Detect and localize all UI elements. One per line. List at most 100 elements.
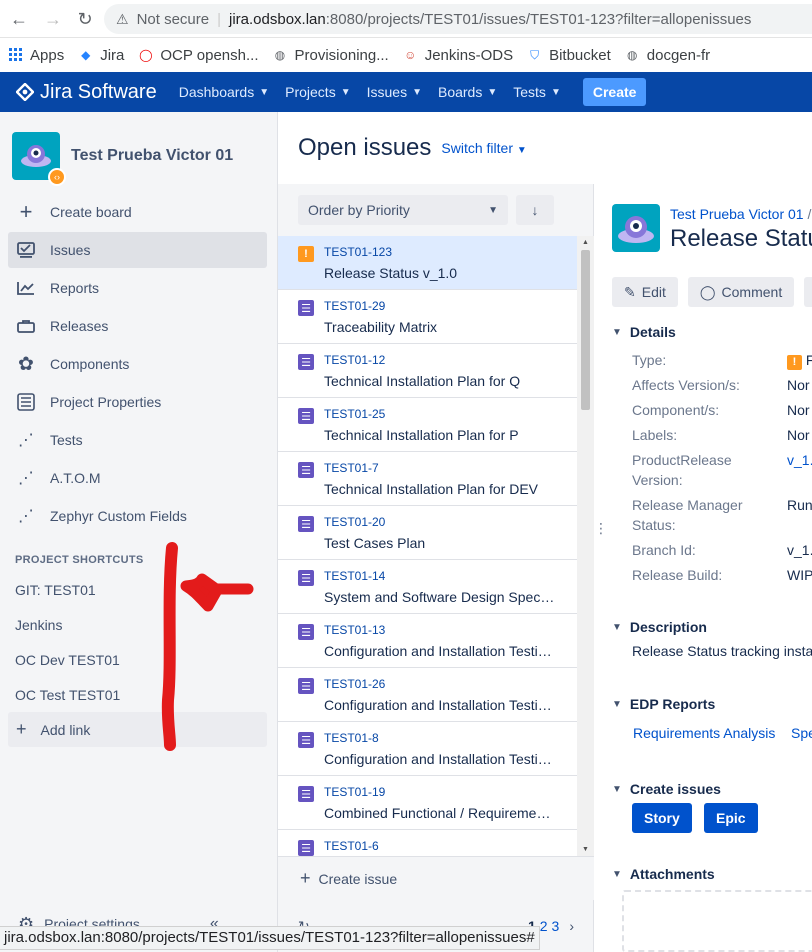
project-header: ‹› Test Prueba Victor 01 [0,112,277,186]
page-2[interactable]: 2 [540,918,548,934]
shortcut-oc-dev[interactable]: OC Dev TEST01 [0,642,277,677]
plus-icon: + [300,868,311,888]
sidebar-item-issues[interactable]: Issues [8,232,267,268]
bookmark-docgen[interactable]: ◍ docgen-fr [625,47,710,64]
nav-issues[interactable]: Issues ▼ [359,84,430,100]
issue-row[interactable]: ☰ TEST01-13 Configuration and Installation… [278,614,577,668]
comment-button[interactable]: ◯ Comment [687,277,795,307]
add-link-button[interactable]: + Add link [8,712,267,747]
jira-logo[interactable]: Jira Software [0,81,157,104]
issue-key[interactable]: TEST01-7 [324,461,379,475]
forward-icon[interactable]: → [38,4,68,34]
issue-row[interactable]: ☰ TEST01-12 Technical Installation Plan fo… [278,344,577,398]
sidebar-item-reports[interactable]: Reports [8,270,267,306]
issue-list-scrollbar[interactable]: ▲ ▼ [577,236,594,856]
issue-key[interactable]: TEST01-20 [324,515,385,529]
shortcut-jenkins[interactable]: Jenkins [0,607,277,642]
create-button[interactable]: Create [582,78,647,106]
edp-section-toggle[interactable]: ▼ EDP Reports [612,696,715,712]
address-bar[interactable]: ⚠ Not secure | jira.odsbox.lan :8080/pro… [104,4,812,34]
issue-row[interactable]: ☰ TEST01-6 [278,830,577,856]
switch-filter-button[interactable]: Switch filter ▼ [441,140,526,156]
project-name[interactable]: Test Prueba Victor 01 [71,147,233,165]
edit-button[interactable]: ✎ Edit [612,277,678,307]
edp-link-requirements[interactable]: Requirements Analysis [633,725,775,741]
bookmark-ocp[interactable]: ◯ OCP opensh... [138,47,258,64]
chevron-down-icon: ▼ [412,86,422,98]
sidebar-item-tests[interactable]: ⋰ Tests [8,422,267,458]
breadcrumb-project[interactable]: Test Prueba Victor 01 [670,206,804,222]
sidebar-item-components[interactable]: ✿ Components [8,346,267,382]
sidebar-item-project-properties[interactable]: Project Properties [8,384,267,420]
document-issue-icon: ☰ [298,462,314,478]
shortcut-git[interactable]: GIT: TEST01 [0,572,277,607]
issue-row[interactable]: ☰ TEST01-26 Configuration and Installation… [278,668,577,722]
attachment-dropzone[interactable] [622,890,812,952]
nav-projects[interactable]: Projects ▼ [277,84,358,100]
details-section-toggle[interactable]: ▼ Details [612,324,676,340]
properties-icon [16,392,36,412]
sidebar-item-releases[interactable]: Releases [8,308,267,344]
document-issue-icon: ☰ [298,570,314,586]
issue-key[interactable]: TEST01-123 [324,245,392,259]
issue-summary: Technical Installation Plan for P [324,427,519,443]
issue-key[interactable]: TEST01-29 [324,299,385,313]
sidebar-item-zephyr[interactable]: ⋰ Zephyr Custom Fields [8,498,267,534]
description-section-toggle[interactable]: ▼ Description [612,619,707,635]
story-button[interactable]: Story [632,803,692,833]
sidebar-item-label: Create board [50,204,132,220]
nav-tests[interactable]: Tests ▼ [505,84,569,100]
issues-icon [16,240,36,260]
bookmark-label: Jenkins-ODS [424,46,514,64]
sidebar-item-atom[interactable]: ⋰ A.T.O.M [8,460,267,496]
back-icon[interactable]: ← [4,4,34,34]
create-issues-section-toggle[interactable]: ▼ Create issues [612,781,721,797]
issue-key[interactable]: TEST01-14 [324,569,385,583]
issue-key[interactable]: TEST01-12 [324,353,385,367]
issue-row[interactable]: ☰ TEST01-7 Technical Installation Plan for… [278,452,577,506]
issue-row[interactable]: ☰ TEST01-20 Test Cases Plan [278,506,577,560]
issue-row[interactable]: ☰ TEST01-29 Traceability Matrix [278,290,577,344]
releases-icon [16,316,36,336]
bookmark-jira[interactable]: ◆ Jira [78,47,124,64]
reports-icon [16,278,36,298]
nav-dashboards[interactable]: Dashboards ▼ [171,84,277,100]
scroll-up-icon[interactable]: ▲ [582,239,589,246]
issue-row[interactable]: ☰ TEST01-25 Technical Installation Plan fo… [278,398,577,452]
issue-key[interactable]: TEST01-6 [324,839,379,853]
chevron-down-icon: ▼ [488,204,498,216]
issue-row[interactable]: ☰ TEST01-19 Combined Functional / Requirem… [278,776,577,830]
issue-row[interactable]: ! TEST01-123 Release Status v_1.0 [278,236,577,290]
project-avatar[interactable]: ‹› [12,131,66,186]
field-value[interactable]: v_1. [787,450,812,470]
sidebar-item-create-board[interactable]: + Create board [8,194,267,230]
next-page-icon[interactable]: › [569,918,574,934]
reload-icon[interactable]: ↻ [70,4,100,34]
alien-icon [618,216,654,243]
bookmark-apps[interactable]: Apps [8,47,64,64]
order-row: Order by Priority ▼ ↓ [278,184,593,236]
issue-key[interactable]: TEST01-19 [324,785,385,799]
page-3[interactable]: 3 [552,918,560,934]
create-issue-button[interactable]: + Create issue [278,856,594,900]
issue-key[interactable]: TEST01-26 [324,677,385,691]
scrollbar-thumb[interactable] [581,250,590,410]
shortcut-oc-test[interactable]: OC Test TEST01 [0,677,277,712]
bookmark-provisioning[interactable]: ◍ Provisioning... [273,47,389,64]
field-label: ProductRelease Version: [632,452,732,488]
issue-key[interactable]: TEST01-13 [324,623,385,637]
more-actions-button[interactable] [804,277,812,307]
epic-button[interactable]: Epic [704,803,758,833]
nav-boards[interactable]: Boards ▼ [430,84,505,100]
attachments-section-toggle[interactable]: ▼ Attachments [612,866,715,882]
bookmark-bitbucket[interactable]: ⛉ Bitbucket [527,47,611,64]
issue-row[interactable]: ☰ TEST01-14 System and Software Design Spe… [278,560,577,614]
issue-row[interactable]: ☰ TEST01-8 Configuration and Installation … [278,722,577,776]
sort-direction-button[interactable]: ↓ [516,195,554,225]
scroll-down-icon[interactable]: ▼ [582,846,589,853]
bookmark-jenkins[interactable]: ☺ Jenkins-ODS [403,47,513,64]
issue-key[interactable]: TEST01-25 [324,407,385,421]
order-by-select[interactable]: Order by Priority ▼ [298,195,508,225]
issue-key[interactable]: TEST01-8 [324,731,379,745]
edp-link-spec[interactable]: Spe [791,725,812,741]
